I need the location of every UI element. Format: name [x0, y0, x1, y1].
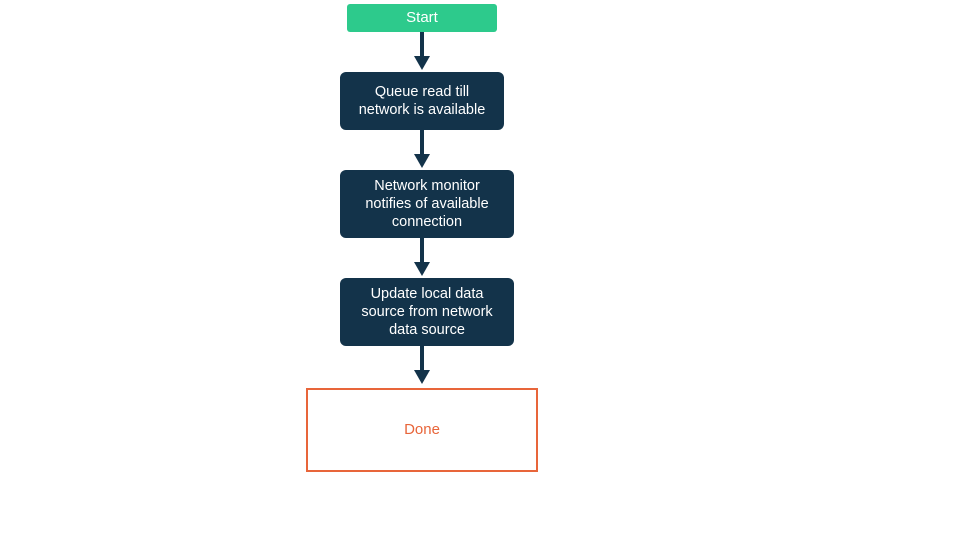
step-label: Update local data source from network da… — [354, 285, 500, 339]
start-label: Start — [406, 9, 438, 28]
arrow-down-icon — [413, 238, 431, 276]
step-label: Queue read till network is available — [354, 83, 490, 119]
arrow-down-icon — [413, 32, 431, 70]
done-node: Done — [306, 388, 538, 472]
start-node: Start — [347, 4, 497, 32]
step-node-network-monitor: Network monitor notifies of available co… — [340, 170, 514, 238]
done-label: Done — [404, 421, 440, 440]
flowchart: Start Queue read till network is availab… — [0, 0, 960, 540]
step-node-queue-read: Queue read till network is available — [340, 72, 504, 130]
arrow-down-icon — [413, 346, 431, 384]
step-node-update-local: Update local data source from network da… — [340, 278, 514, 346]
arrow-down-icon — [413, 130, 431, 168]
step-label: Network monitor notifies of available co… — [354, 177, 500, 231]
